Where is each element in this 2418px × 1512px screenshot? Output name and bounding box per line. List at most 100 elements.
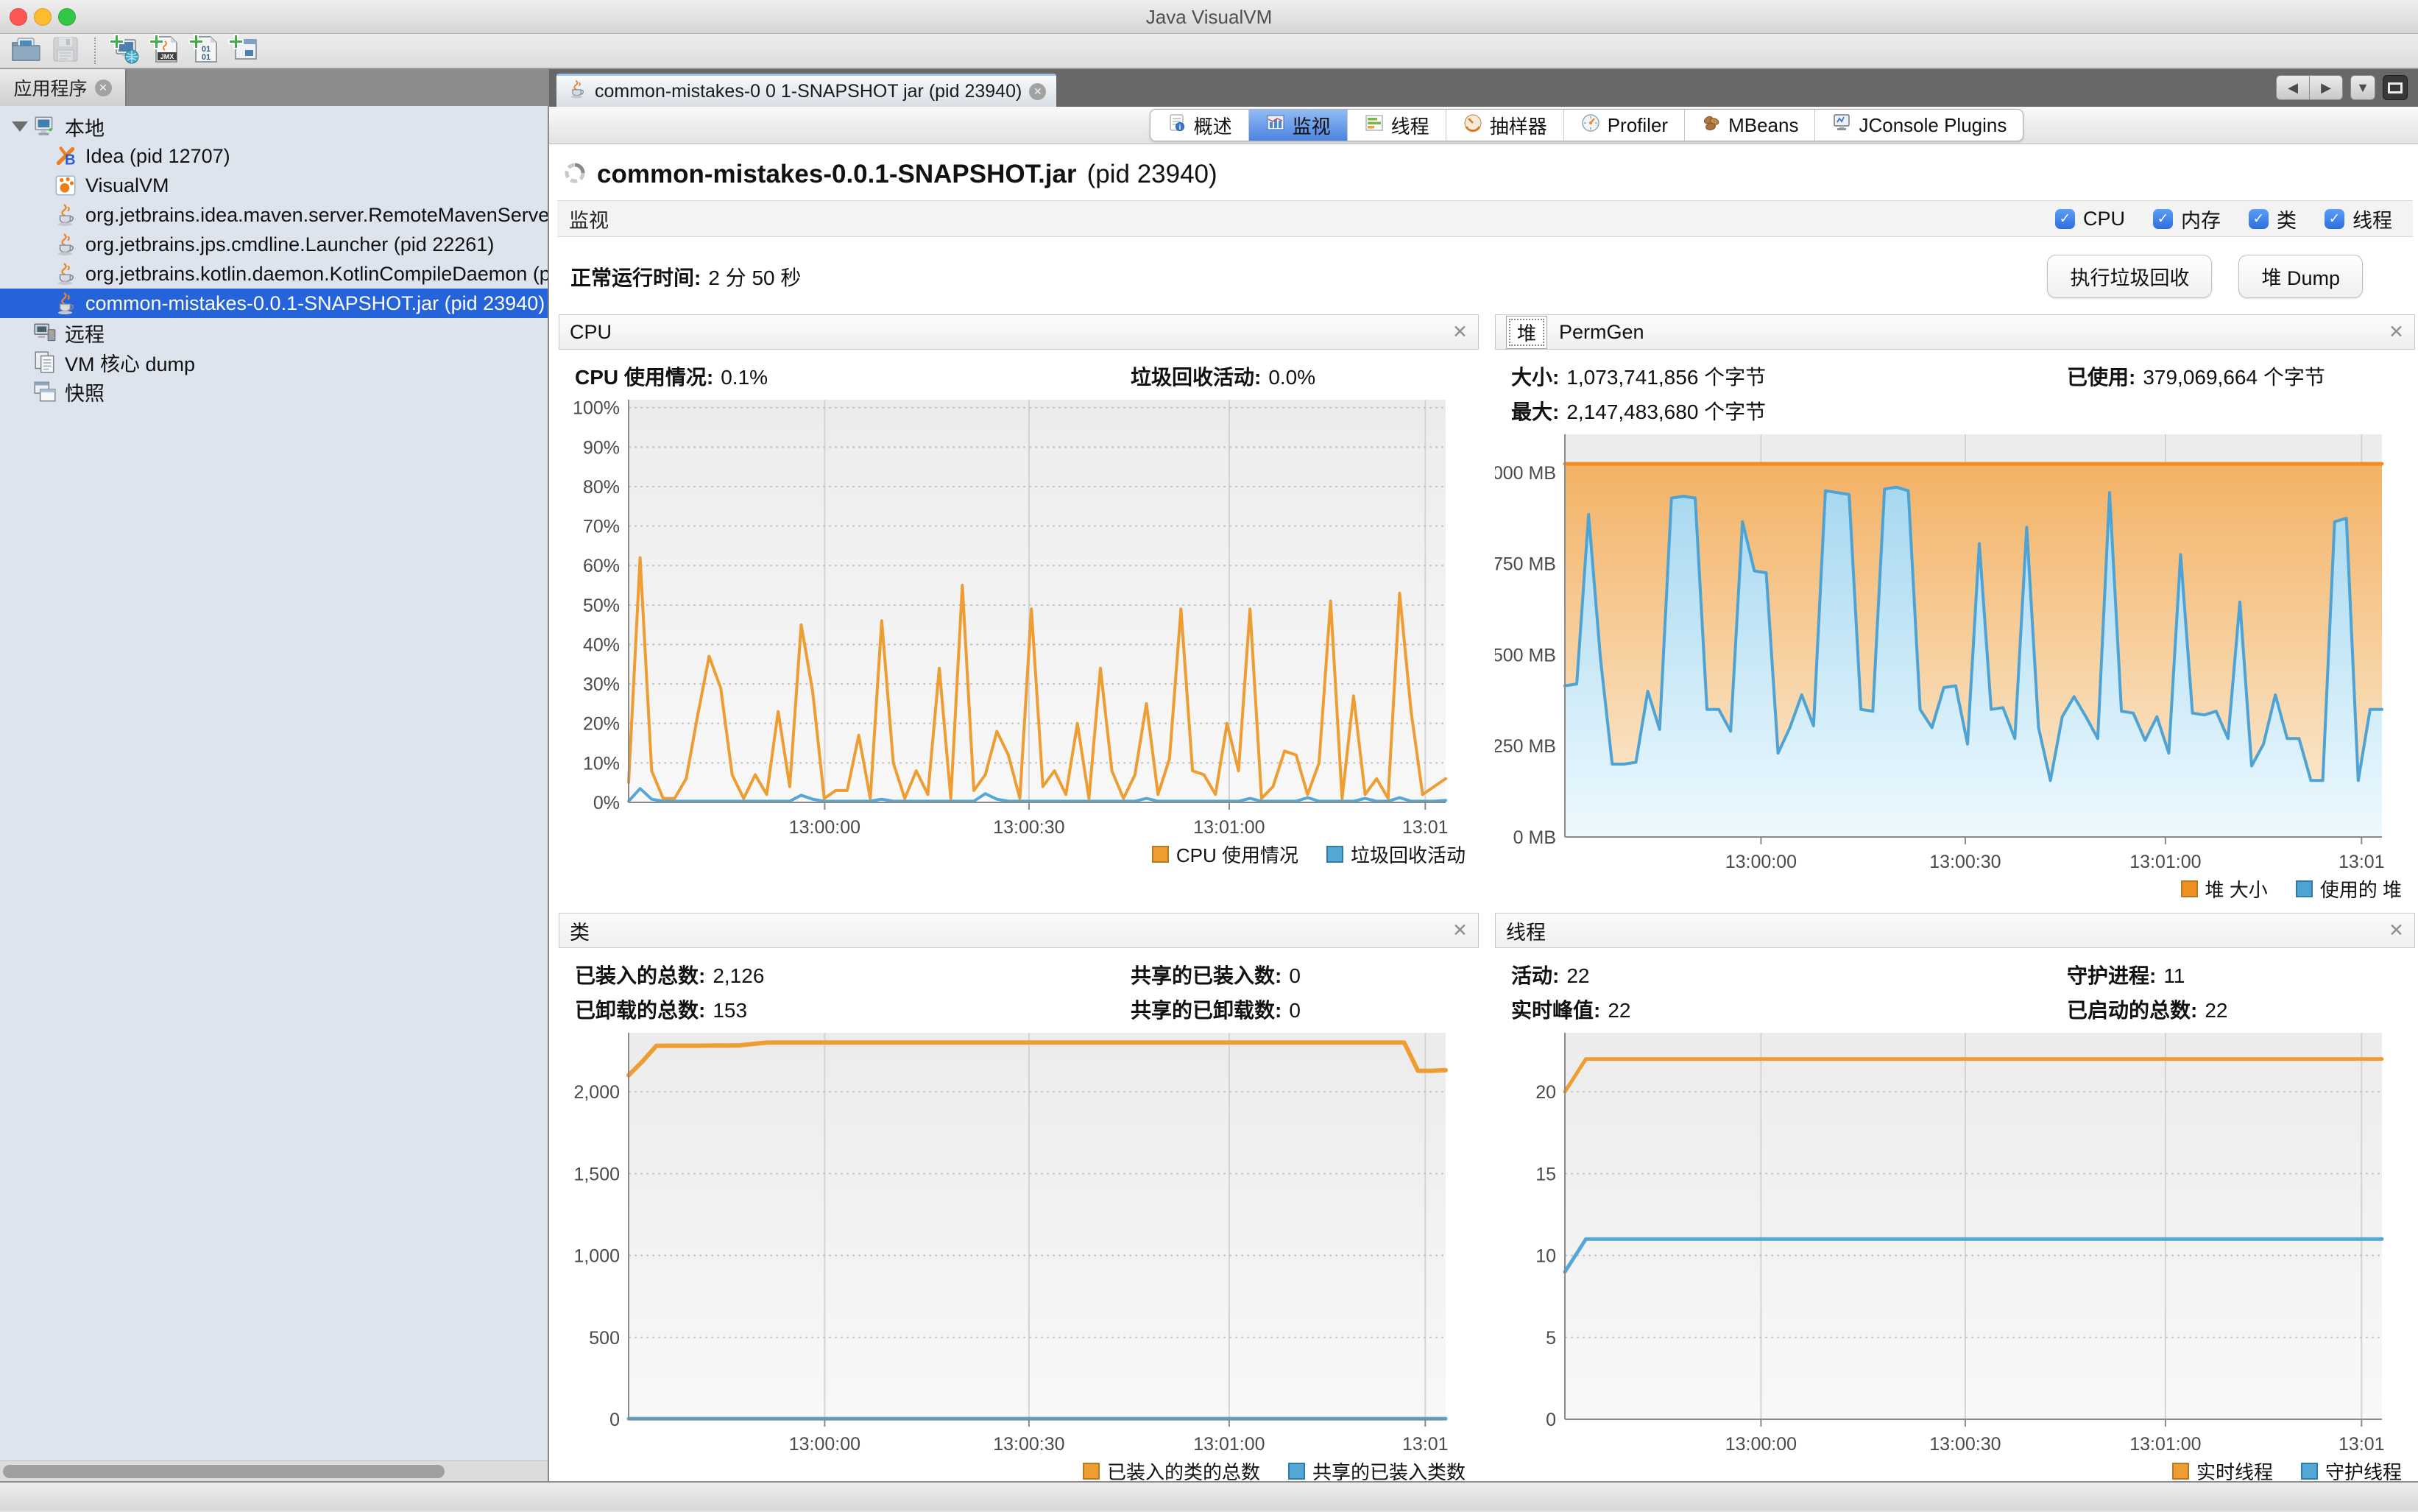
checkbox-类[interactable]: ✓类: [2249, 205, 2297, 233]
svg-text:13:00:00: 13:00:00: [1725, 1434, 1797, 1454]
legend-swatch-icon: [2296, 880, 2313, 897]
close-icon[interactable]: ✕: [1452, 919, 1468, 942]
java-icon: [53, 232, 78, 257]
maximize-view-button[interactable]: [2383, 75, 2408, 100]
add-remote-host-button[interactable]: [105, 34, 144, 68]
heap-panel: 堆PermGen✕大小:1,073,741,856 个字节已使用:379,069…: [1495, 314, 2415, 902]
tab-applications[interactable]: 应用程序 ✕: [0, 69, 127, 106]
close-icon[interactable]: ✕: [2389, 321, 2404, 343]
process-pid: (pid 23940): [1087, 160, 1217, 189]
save-button[interactable]: [46, 34, 85, 68]
threads-chart-area: 0510152013:00:0013:00:3013:01:0013:01: [1495, 1028, 2415, 1458]
stat-item: 垃圾回收活动:0.0%: [1131, 361, 1479, 391]
add-vm-coredump-button[interactable]: 0101: [184, 34, 224, 68]
window-bottom-edge: [0, 1481, 2418, 1511]
tree-item[interactable]: VM 核心 dump: [0, 347, 548, 377]
threads-chart: 0510152013:00:0013:00:3013:01:0013:01: [1495, 1028, 2393, 1454]
checkbox-label: CPU: [2083, 208, 2125, 230]
heap-tab[interactable]: 堆: [1506, 316, 1547, 349]
stat-label: 活动:: [1511, 964, 1559, 987]
tab-jconsole[interactable]: JConsole Plugins: [1814, 110, 2023, 141]
svg-text:2,000: 2,000: [573, 1082, 620, 1103]
close-icon[interactable]: ✕: [2389, 919, 2404, 942]
stat-value: 0.1%: [721, 366, 768, 389]
tree-item[interactable]: BIdea (pid 12707): [0, 141, 548, 171]
tree-item[interactable]: org.jetbrains.jps.cmdline.Launcher (pid …: [0, 230, 548, 259]
legend-item: 共享的已装入类数: [1288, 1458, 1466, 1481]
titlebar: Java VisualVM: [0, 0, 2418, 34]
stat-item: 共享的已卸载数:0: [1131, 995, 1479, 1024]
close-icon[interactable]: ✕: [1029, 83, 1046, 100]
svg-text:13:01: 13:01: [1402, 1434, 1449, 1454]
tab-process-document[interactable]: common-mistakes-0 0 1-SNAPSHOT jar (pid …: [556, 74, 1056, 107]
tree-item[interactable]: org.jetbrains.idea.maven.server.RemoteMa…: [0, 200, 548, 230]
tab-monitor[interactable]: 监视: [1248, 110, 1347, 141]
stat-value: 2,126: [713, 964, 764, 987]
stat-value: 0.0%: [1268, 366, 1315, 389]
stat-item: 已启动的总数:22: [2067, 995, 2415, 1024]
legend-label: 堆 大小: [2205, 875, 2268, 902]
tree-item[interactable]: 远程: [0, 318, 548, 347]
stat-item: 活动:22: [1511, 960, 2067, 989]
tree-item-label: org.jetbrains.kotlin.daemon.KotlinCompil…: [85, 263, 548, 286]
java-icon: [53, 202, 78, 227]
stat-label: 共享的已卸载数:: [1131, 999, 1282, 1022]
visualvm-window: Java VisualVM JMX0101 应用程序 ✕ 本地BIdea (pi…: [0, 0, 2418, 1512]
tab-profiler[interactable]: Profiler: [1563, 110, 1684, 141]
close-icon[interactable]: ✕: [95, 80, 112, 96]
checkbox-内存[interactable]: ✓内存: [2153, 205, 2221, 233]
cpu-stats: CPU 使用情况:0.1%垃圾回收活动:0.0%: [559, 350, 1479, 391]
view-tab-row: i概述监视线程抽样器 Profiler MBeansJConsole Plugins: [549, 107, 2418, 144]
add-jmx-connection-button[interactable]: JMX: [144, 34, 184, 68]
tree-item[interactable]: org.jetbrains.kotlin.daemon.KotlinCompil…: [0, 259, 548, 289]
tree-item[interactable]: 快照: [0, 377, 548, 406]
tree-item[interactable]: 本地: [0, 112, 548, 141]
view-tab-label: Profiler: [1608, 114, 1668, 137]
checkbox-cpu[interactable]: ✓ CPU: [2055, 208, 2125, 230]
stat-item: 已使用:379,069,664 个字节: [2067, 361, 2415, 391]
svg-text:13:01: 13:01: [1402, 817, 1449, 837]
tab-overview[interactable]: i概述: [1150, 110, 1248, 141]
section-label: 监视: [569, 205, 609, 233]
intellij-icon: B: [53, 144, 78, 169]
scroll-tabs-right-button[interactable]: ▶: [2309, 75, 2343, 100]
svg-text:0 MB: 0 MB: [1513, 827, 1556, 848]
java-icon: [53, 291, 78, 316]
tree-item[interactable]: VisualVM: [0, 171, 548, 200]
stat-item: CPU 使用情况:0.1%: [575, 361, 1131, 391]
svg-text:5: 5: [1546, 1328, 1556, 1349]
remote-icon: [32, 320, 57, 345]
monitor-tab-icon: [1265, 113, 1286, 138]
load-snapshot-button[interactable]: [6, 34, 46, 68]
tree-item[interactable]: common-mistakes-0.0.1-SNAPSHOT.jar (pid …: [0, 289, 548, 318]
content-split: 应用程序 ✕ 本地BIdea (pid 12707)VisualVMorg.je…: [0, 69, 2418, 1481]
sidebar-horizontal-scrollbar[interactable]: [0, 1460, 548, 1481]
stat-label: 已卸载的总数:: [575, 999, 705, 1022]
threads-stats: 活动:22守护进程:11实时峰值:22已启动的总数:22: [1495, 948, 2415, 1024]
tab-mbeans[interactable]: MBeans: [1684, 110, 1814, 141]
legend-item: 守护线程: [2301, 1458, 2402, 1481]
checked-checkbox-icon[interactable]: ✓: [2325, 209, 2344, 229]
scrollbar-thumb[interactable]: [3, 1465, 445, 1478]
add-application-snapshot-button[interactable]: [224, 34, 264, 68]
stat-label: 已使用:: [2067, 366, 2135, 389]
checked-checkbox-icon[interactable]: ✓: [2153, 209, 2173, 229]
spinner-icon: [563, 161, 587, 188]
svg-text:250 MB: 250 MB: [1495, 736, 1556, 757]
tab-threads[interactable]: 线程: [1347, 110, 1446, 141]
perform-gc-button[interactable]: 执行垃圾回收: [2047, 255, 2212, 298]
checked-checkbox-icon[interactable]: ✓: [2055, 209, 2075, 229]
expand-triangle-icon[interactable]: [12, 121, 28, 132]
tab-list-dropdown-button[interactable]: ▼: [2350, 75, 2375, 100]
stat-item: 守护进程:11: [2067, 960, 2415, 989]
scroll-tabs-left-button[interactable]: ◀: [2276, 75, 2310, 100]
stat-value: 1,073,741,856 个字节: [1566, 366, 1766, 389]
checkbox-线程[interactable]: ✓线程: [2325, 205, 2392, 233]
svg-text:13:00:00: 13:00:00: [789, 1434, 860, 1454]
stat-label: 实时峰值:: [1511, 999, 1600, 1022]
checked-checkbox-icon[interactable]: ✓: [2249, 209, 2269, 229]
tab-sampler[interactable]: 抽样器: [1446, 110, 1563, 141]
close-icon[interactable]: ✕: [1452, 321, 1468, 343]
permgen-tab[interactable]: PermGen: [1559, 321, 1644, 344]
heap-dump-button[interactable]: 堆 Dump: [2238, 255, 2363, 298]
